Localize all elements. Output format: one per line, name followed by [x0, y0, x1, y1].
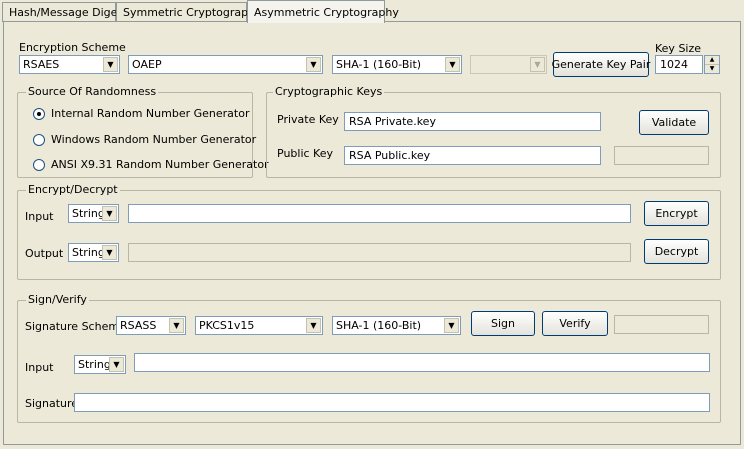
- signature-scheme-label: Signature Scheme: [25, 320, 126, 333]
- randomness-option-ansi[interactable]: ANSI X9.31 Random Number Generator: [33, 158, 269, 172]
- spin-up-icon[interactable]: ▲: [705, 56, 719, 65]
- randomness-legend: Source Of Randomness: [26, 85, 159, 98]
- chevron-down-icon: ▼: [445, 57, 460, 72]
- keys-group: [266, 92, 721, 178]
- select-value: String: [78, 358, 109, 371]
- chevron-down-icon: ▼: [102, 206, 117, 221]
- key-size-spinner[interactable]: ▲ ▼: [704, 55, 720, 74]
- validate-button[interactable]: Validate: [639, 110, 709, 135]
- chevron-down-icon: ▼: [103, 57, 118, 72]
- private-key-input[interactable]: RSA Private.key: [344, 112, 601, 131]
- key-size-input[interactable]: 1024: [655, 55, 703, 74]
- tab-label: Symmetric Cryptography: [123, 6, 262, 19]
- sign-input-label: Input: [25, 361, 54, 374]
- radio-label: ANSI X9.31 Random Number Generator: [51, 158, 269, 171]
- select-value: OAEP: [132, 58, 162, 71]
- encrypt-output-format-select[interactable]: String ▼: [68, 243, 119, 262]
- select-value: SHA-1 (160-Bit): [336, 319, 422, 332]
- keys-legend: Cryptographic Keys: [273, 85, 385, 98]
- tab-hash[interactable]: Hash/Message Digest: [2, 2, 127, 22]
- select-value: PKCS1v15: [199, 319, 255, 332]
- encrypt-output-field: [128, 243, 631, 262]
- sign-input-format-select[interactable]: String ▼: [74, 355, 126, 374]
- generate-key-pair-button[interactable]: Generate Key Pair: [552, 52, 650, 77]
- chevron-down-icon: ▼: [306, 57, 321, 72]
- signature-scheme-select[interactable]: RSASS ▼: [116, 316, 186, 335]
- encrypt-button[interactable]: Encrypt: [644, 201, 709, 226]
- select-value: SHA-1 (160-Bit): [336, 58, 422, 71]
- chevron-down-icon: ▼: [102, 245, 117, 260]
- chevron-down-icon: ▼: [530, 57, 545, 72]
- chevron-down-icon: ▼: [306, 318, 321, 333]
- tab-label: Asymmetric Cryptography: [254, 5, 399, 19]
- sign-input-field[interactable]: [134, 353, 710, 372]
- encryption-padding-select[interactable]: OAEP ▼: [128, 55, 323, 74]
- chevron-down-icon: ▼: [109, 357, 124, 372]
- decrypt-button[interactable]: Decrypt: [644, 239, 709, 264]
- encrypt-input-field[interactable]: [128, 204, 631, 223]
- signature-field[interactable]: [74, 393, 710, 412]
- private-key-label: Private Key: [277, 113, 339, 126]
- sign-verify-legend: Sign/Verify: [26, 293, 89, 306]
- encrypt-decrypt-legend: Encrypt/Decrypt: [26, 183, 120, 196]
- signature-hash-select[interactable]: SHA-1 (160-Bit) ▼: [332, 316, 461, 335]
- select-value: RSAES: [23, 58, 60, 71]
- public-key-input[interactable]: RSA Public.key: [344, 146, 601, 165]
- verify-status-field: [614, 315, 709, 334]
- radio-icon[interactable]: [33, 159, 45, 171]
- verify-button[interactable]: Verify: [542, 311, 608, 336]
- encrypt-input-label: Input: [25, 210, 54, 223]
- radio-selected-icon[interactable]: [33, 108, 45, 120]
- radio-label: Windows Random Number Generator: [51, 133, 257, 146]
- radio-icon[interactable]: [33, 134, 45, 146]
- tab-symmetric[interactable]: Symmetric Cryptography: [116, 2, 262, 22]
- validation-status-field: [614, 146, 709, 165]
- chevron-down-icon: ▼: [169, 318, 184, 333]
- encrypt-input-format-select[interactable]: String ▼: [68, 204, 119, 223]
- signature-padding-select[interactable]: PKCS1v15 ▼: [195, 316, 323, 335]
- select-value: RSASS: [120, 319, 157, 332]
- select-value: String: [72, 207, 102, 220]
- encryption-extra-select: ▼: [470, 55, 547, 74]
- spin-down-icon[interactable]: ▼: [705, 65, 719, 74]
- select-value: String: [72, 246, 102, 259]
- key-size-label: Key Size: [655, 42, 702, 55]
- encrypt-output-label: Output: [25, 247, 64, 260]
- encryption-scheme-select[interactable]: RSAES ▼: [19, 55, 120, 74]
- public-key-label: Public Key: [277, 147, 333, 160]
- randomness-option-windows[interactable]: Windows Random Number Generator: [33, 133, 256, 147]
- encryption-scheme-label: Encryption Scheme: [19, 41, 126, 54]
- sign-button[interactable]: Sign: [471, 311, 535, 336]
- signature-label: Signature: [25, 397, 79, 410]
- encryption-hash-select[interactable]: SHA-1 (160-Bit) ▼: [332, 55, 462, 74]
- tab-asymmetric[interactable]: Asymmetric Cryptography: [247, 0, 399, 23]
- chevron-down-icon: ▼: [444, 318, 459, 333]
- randomness-option-internal[interactable]: Internal Random Number Generator: [33, 107, 249, 121]
- tab-label: Hash/Message Digest: [9, 6, 128, 19]
- radio-label: Internal Random Number Generator: [51, 107, 250, 120]
